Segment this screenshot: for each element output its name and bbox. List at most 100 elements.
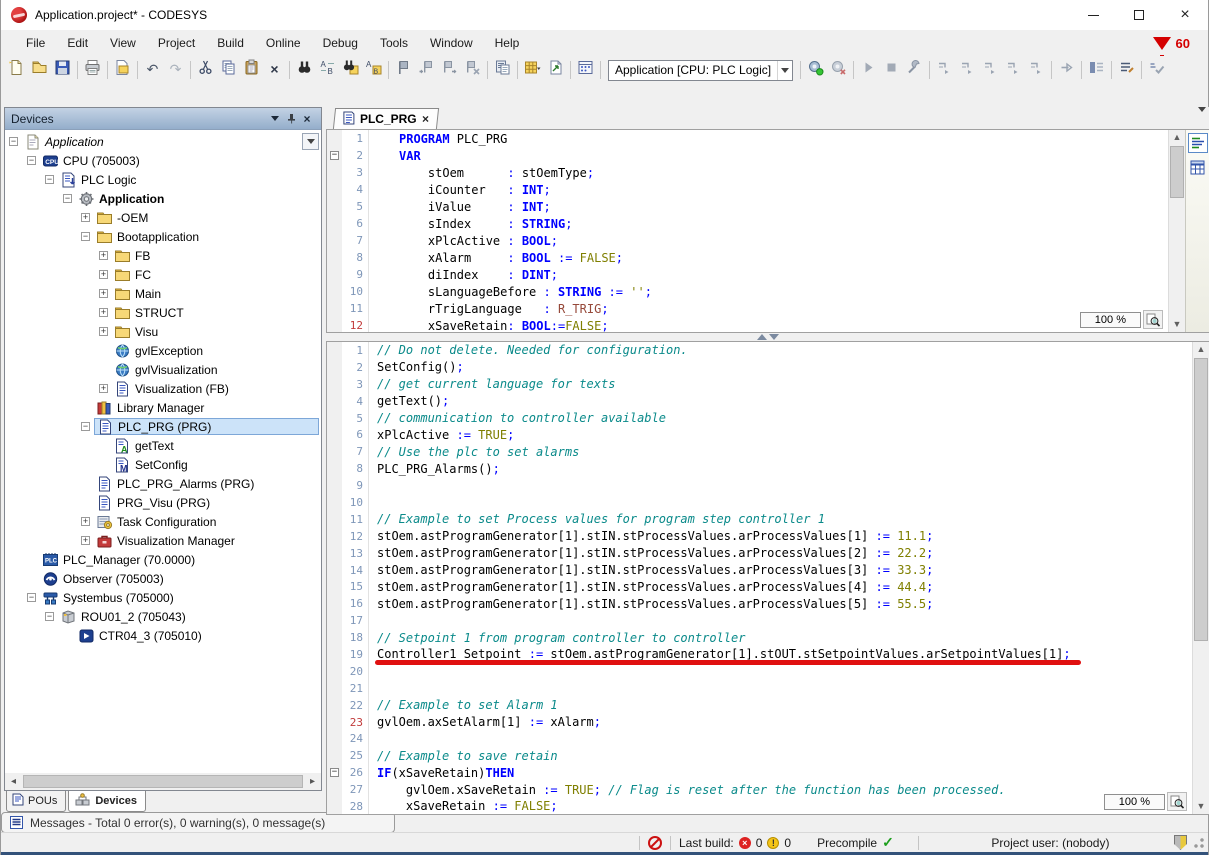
new-object-button[interactable] bbox=[521, 58, 544, 82]
tree-item-main[interactable]: +Main bbox=[5, 284, 321, 303]
active-application-combo[interactable]: Application [CPU: PLC Logic] bbox=[608, 60, 793, 81]
next-bookmark-button[interactable] bbox=[438, 58, 461, 82]
open-project-button[interactable] bbox=[28, 58, 51, 82]
implementation-line-24[interactable]: 24 bbox=[327, 730, 1192, 747]
expand-icon[interactable]: + bbox=[81, 517, 90, 526]
start-button[interactable] bbox=[857, 58, 880, 82]
menu-item-view[interactable]: View bbox=[99, 32, 147, 54]
tree-item-struct[interactable]: +STRUCT bbox=[5, 303, 321, 322]
tree-item-observer-705003[interactable]: Observer (705003) bbox=[5, 569, 321, 588]
menu-item-debug[interactable]: Debug bbox=[312, 32, 369, 54]
scroll-down-icon[interactable]: ▼ bbox=[1169, 317, 1185, 332]
tree-item-fb[interactable]: +FB bbox=[5, 246, 321, 265]
paste-special-button[interactable] bbox=[491, 58, 514, 82]
minimize-button[interactable] bbox=[1070, 0, 1116, 30]
tree-item-oem[interactable]: +-OEM bbox=[5, 208, 321, 227]
menu-item-tools[interactable]: Tools bbox=[369, 32, 419, 54]
collapse-icon[interactable]: − bbox=[27, 593, 36, 602]
collapse-icon[interactable]: − bbox=[81, 232, 90, 241]
flow-control-button[interactable] bbox=[1085, 58, 1108, 82]
implementation-line-6[interactable]: 6xPlcActive := TRUE; bbox=[327, 426, 1192, 443]
implementation-line-16[interactable]: 16stOem.astProgramGenerator[1].stIN.stPr… bbox=[327, 595, 1192, 612]
implementation-line-3[interactable]: 3// get current language for texts bbox=[327, 376, 1192, 393]
declaration-line-5[interactable]: 5 iValue : INT; bbox=[327, 198, 1168, 215]
tree-item-cpu-705003[interactable]: −CPUCPU (705003) bbox=[5, 151, 321, 170]
implementation-line-10[interactable]: 10 bbox=[327, 494, 1192, 511]
tree-item-ctr04-3-705010[interactable]: CTR04_3 (705010) bbox=[5, 626, 321, 645]
implementation-line-23[interactable]: 23gvlOem.axSetAlarm[1] := xAlarm; bbox=[327, 714, 1192, 731]
step-out-button[interactable] bbox=[979, 58, 1002, 82]
tree-item-rou01-2-705043[interactable]: −ROU01_2 (705043) bbox=[5, 607, 321, 626]
menu-item-window[interactable]: Window bbox=[419, 32, 484, 54]
stop-button[interactable] bbox=[880, 58, 903, 82]
declaration-zoom-icon[interactable] bbox=[1143, 310, 1163, 329]
scroll-left-icon[interactable]: ◂ bbox=[5, 776, 22, 787]
tree-horizontal-scrollbar[interactable]: ◂ ▸ bbox=[5, 773, 321, 790]
implementation-line-19[interactable]: 19Controller1_Setpoint := stOem.astProgr… bbox=[327, 646, 1192, 663]
find-in-project-button[interactable] bbox=[339, 58, 362, 82]
tree-filter-dropdown[interactable] bbox=[302, 133, 319, 150]
scroll-down-icon[interactable]: ▼ bbox=[1193, 799, 1209, 814]
scroll-up-icon[interactable]: ▲ bbox=[1193, 342, 1209, 357]
tab-plc-prg[interactable]: PLC_PRG × bbox=[333, 108, 439, 129]
tree-item-application[interactable]: −Application bbox=[5, 132, 321, 151]
add-object-button[interactable] bbox=[544, 58, 567, 82]
tabular-view-button[interactable] bbox=[1188, 157, 1208, 177]
breakpoints-button[interactable] bbox=[903, 58, 926, 82]
menu-item-help[interactable]: Help bbox=[484, 32, 531, 54]
copy-button[interactable] bbox=[217, 58, 240, 82]
pending-changes-funnel-icon[interactable] bbox=[1153, 37, 1171, 50]
new-project-button[interactable] bbox=[5, 58, 28, 82]
implementation-line-27[interactable]: 27 gvlOem.xSaveRetain := TRUE; // Flag i… bbox=[327, 781, 1192, 798]
save-project-button[interactable] bbox=[51, 58, 74, 82]
tree-item-fc[interactable]: +FC bbox=[5, 265, 321, 284]
collapse-icon[interactable]: − bbox=[81, 422, 90, 431]
menu-item-project[interactable]: Project bbox=[147, 32, 206, 54]
implementation-line-21[interactable]: 21 bbox=[327, 680, 1192, 697]
implementation-line-26[interactable]: −26IF(xSaveRetain)THEN bbox=[327, 764, 1192, 781]
tree-item-gvlexception[interactable]: gvlException bbox=[5, 341, 321, 360]
implementation-line-4[interactable]: 4getText(); bbox=[327, 393, 1192, 410]
declaration-editor[interactable]: 1PROGRAM PLC_PRG−2VAR3 stOem : stOemType… bbox=[326, 129, 1209, 333]
toggle-bookmark-button[interactable] bbox=[392, 58, 415, 82]
scroll-right-icon[interactable]: ▸ bbox=[304, 776, 321, 787]
implementation-zoom-icon[interactable] bbox=[1167, 792, 1187, 811]
tree-item-library-manager[interactable]: Library Manager bbox=[5, 398, 321, 417]
expand-icon[interactable]: + bbox=[81, 213, 90, 222]
collapse-icon[interactable]: − bbox=[45, 612, 54, 621]
implementation-line-14[interactable]: 14stOem.astProgramGenerator[1].stIN.stPr… bbox=[327, 562, 1192, 579]
implementation-scrollbar[interactable]: ▲ ▼ bbox=[1192, 342, 1209, 814]
declaration-line-12[interactable]: 12 xSaveRetain: BOOL:=FALSE; bbox=[327, 317, 1168, 332]
implementation-editor[interactable]: 1// Do not delete. Needed for configurat… bbox=[326, 341, 1209, 815]
reset-button[interactable] bbox=[1025, 58, 1048, 82]
tree-item-plc-logic[interactable]: −PLC Logic bbox=[5, 170, 321, 189]
expand-icon[interactable]: + bbox=[99, 270, 108, 279]
implementation-line-5[interactable]: 5// communication to controller availabl… bbox=[327, 410, 1192, 427]
step-over-button[interactable] bbox=[933, 58, 956, 82]
declaration-line-10[interactable]: 10 sLanguageBefore : STRING := ''; bbox=[327, 283, 1168, 300]
editor-splitter[interactable] bbox=[326, 333, 1209, 341]
delete-button[interactable]: × bbox=[263, 58, 286, 82]
panel-close-icon[interactable]: × bbox=[299, 111, 315, 127]
print-button[interactable] bbox=[81, 58, 104, 82]
static-analysis-button[interactable] bbox=[1145, 58, 1168, 82]
maximize-button[interactable] bbox=[1116, 0, 1162, 30]
declaration-line-8[interactable]: 8 xAlarm : BOOL := FALSE; bbox=[327, 249, 1168, 266]
expand-icon[interactable]: + bbox=[99, 289, 108, 298]
panel-pin-icon[interactable] bbox=[283, 111, 299, 127]
tree-item-gvlvisualization[interactable]: gvlVisualization bbox=[5, 360, 321, 379]
implementation-line-22[interactable]: 22// Example to set Alarm 1 bbox=[327, 697, 1192, 714]
undo-button[interactable]: ↶ bbox=[141, 58, 164, 82]
declaration-line-11[interactable]: 11 rTrigLanguage : R_TRIG; bbox=[327, 300, 1168, 317]
tree-item-setconfig[interactable]: MSetConfig bbox=[5, 455, 321, 474]
tab-list-dropdown[interactable] bbox=[1198, 112, 1206, 130]
paste-button[interactable] bbox=[240, 58, 263, 82]
implementation-line-8[interactable]: 8PLC_PRG_Alarms(); bbox=[327, 460, 1192, 477]
devices-panel-header[interactable]: Devices × bbox=[5, 108, 321, 130]
replace-in-project-button[interactable]: AB bbox=[362, 58, 385, 82]
view-tab-pous[interactable]: POUs bbox=[6, 791, 66, 812]
tree-item-prg-visu-prg[interactable]: PRG_Visu (PRG) bbox=[5, 493, 321, 512]
collapse-icon[interactable]: − bbox=[9, 137, 18, 146]
implementation-line-2[interactable]: 2SetConfig(); bbox=[327, 359, 1192, 376]
implementation-line-9[interactable]: 9 bbox=[327, 477, 1192, 494]
